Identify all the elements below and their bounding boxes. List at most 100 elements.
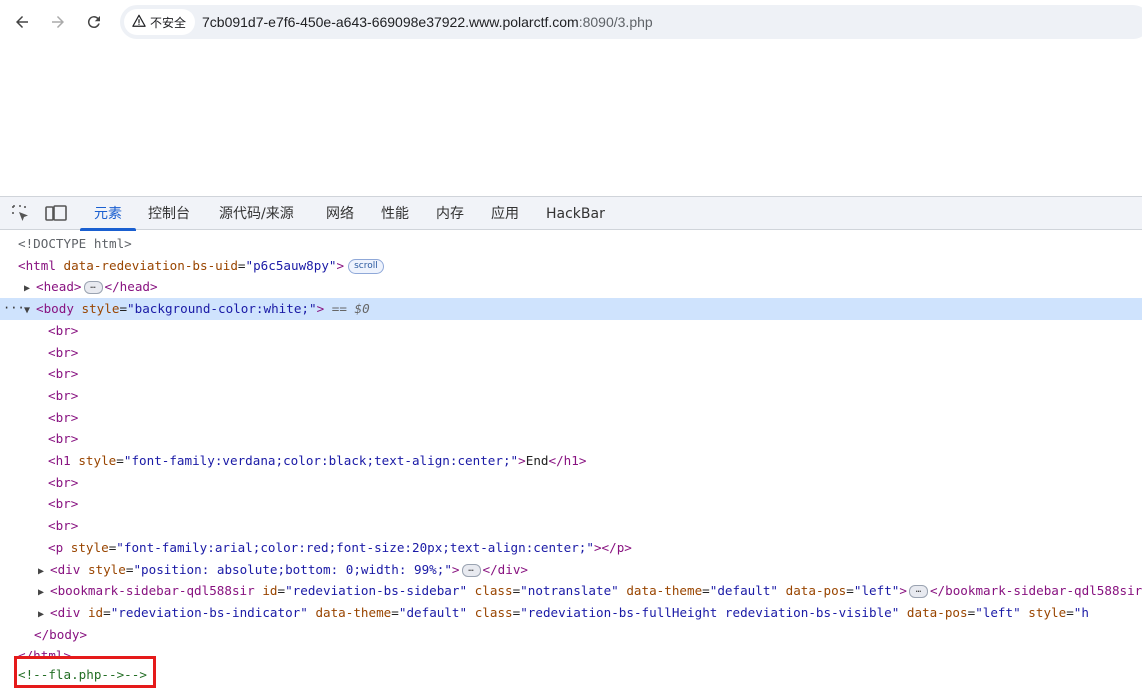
h1-open: <h1	[48, 453, 71, 468]
br-tag: <br>	[48, 496, 79, 512]
tab-performance[interactable]: 性能	[381, 197, 409, 229]
indicator-div-node[interactable]: ▶ <div id="redeviation-bs-indicator" data…	[0, 602, 1142, 624]
tab-console[interactable]: 控制台	[148, 197, 190, 229]
h1-close: </h1>	[548, 453, 587, 468]
expand-triangle-icon[interactable]: ▶	[38, 582, 50, 604]
reload-icon[interactable]	[80, 8, 108, 36]
html-gt: >	[336, 257, 345, 273]
security-chip[interactable]: 不安全	[124, 9, 196, 35]
html-close-node[interactable]: </html>	[0, 645, 1142, 659]
attr-name: id	[262, 583, 278, 599]
p-close: ></p>	[593, 539, 632, 555]
html-node[interactable]: <html data-redeviation-bs-uid="p6c5auw8p…	[0, 255, 1142, 277]
url-port-path: :8090/3.php	[578, 14, 653, 30]
page-viewport	[0, 44, 1142, 196]
attr-name: style	[1028, 604, 1067, 620]
br-node[interactable]: <br>	[0, 342, 1142, 364]
expand-triangle-icon[interactable]: ▶	[38, 604, 50, 626]
ellipsis-icon[interactable]: …	[83, 281, 103, 295]
back-arrow-icon[interactable]	[8, 8, 36, 36]
elements-tree: <!DOCTYPE html> <html data-redeviation-b…	[0, 230, 1142, 694]
collapse-triangle-icon[interactable]: ▼	[24, 300, 36, 322]
address-bar[interactable]: 不安全 7cb091d7-e7f6-450e-a643-669098e37922…	[120, 5, 1142, 39]
p-open: <p	[48, 539, 64, 555]
bookmark-gt: >	[899, 583, 907, 599]
attr-name: style	[78, 453, 117, 468]
p-node[interactable]: <p style="font-family:arial;color:red;fo…	[0, 537, 1142, 559]
br-tag: <br>	[48, 409, 79, 425]
doctype-node[interactable]: <!DOCTYPE html>	[0, 233, 1142, 255]
doctype-text: <!DOCTYPE html>	[18, 236, 132, 251]
expand-triangle-icon[interactable]: ▶	[24, 278, 36, 300]
br-tag: <br>	[48, 387, 79, 403]
attr-value: "font-family:verdana;color:black;text-al…	[123, 453, 519, 468]
attr-name: data-pos	[785, 583, 847, 599]
tab-application[interactable]: 应用	[491, 197, 519, 229]
ellipsis-icon[interactable]: …	[908, 585, 928, 599]
attr-name: style	[87, 561, 126, 577]
br-node[interactable]: <br>	[0, 363, 1142, 385]
selected-marker: == $0	[331, 301, 370, 317]
attr-name: data-pos	[906, 604, 968, 620]
expand-triangle-icon[interactable]: ▶	[38, 561, 50, 583]
devtools-tabbar: 元素 控制台 源代码/来源 网络 性能 内存 应用 HackBar	[0, 196, 1142, 231]
devtools-panel: 元素 控制台 源代码/来源 网络 性能 内存 应用 HackBar <!DOCT…	[0, 196, 1142, 694]
device-toolbar-icon[interactable]	[45, 204, 67, 224]
inspect-element-icon[interactable]	[11, 204, 31, 224]
tab-hackbar[interactable]: HackBar	[546, 197, 605, 229]
tab-sources[interactable]: 源代码/来源	[219, 197, 294, 229]
attr-name: data-theme	[626, 583, 703, 599]
br-tag: <br>	[48, 474, 79, 490]
attr-value: "default"	[398, 604, 468, 620]
attr-value: "redeviation-bs-sidebar"	[285, 583, 468, 599]
div-gt: >	[451, 561, 460, 577]
body-close-node[interactable]: </body>	[0, 624, 1142, 646]
scroll-badge[interactable]: scroll	[348, 258, 384, 274]
br-tag: <br>	[48, 322, 79, 338]
div-open: <div	[50, 561, 81, 577]
br-node[interactable]: <br>	[0, 428, 1142, 450]
div-close: </div>	[482, 561, 529, 577]
more-dots-icon[interactable]: ···	[3, 298, 25, 320]
browser-toolbar: 不安全 7cb091d7-e7f6-450e-a643-669098e37922…	[0, 0, 1142, 44]
h1-gt: >	[518, 453, 526, 468]
br-node[interactable]: <br>	[0, 472, 1142, 494]
attr-value: "p6c5auw8py"	[245, 257, 337, 273]
attr-name: style	[81, 301, 120, 317]
tab-memory[interactable]: 内存	[436, 197, 464, 229]
attr-value: "default"	[709, 583, 779, 599]
attr-name: data-theme	[315, 604, 392, 620]
bookmark-open: <bookmark-sidebar-qdl588sir	[50, 583, 255, 599]
h1-node[interactable]: <h1 style="font-family:verdana;color:bla…	[0, 450, 1142, 472]
bookmark-close: </bookmark-sidebar-qdl588sir>	[929, 583, 1142, 599]
tab-elements[interactable]: 元素	[80, 197, 136, 231]
attr-value: "notranslate"	[520, 583, 619, 599]
url-text[interactable]: 7cb091d7-e7f6-450e-a643-669098e37922.www…	[202, 5, 653, 39]
security-label: 不安全	[150, 15, 187, 30]
warning-triangle-icon	[132, 14, 146, 31]
attr-name: class	[474, 604, 513, 620]
attr-value: "redeviation-bs-fullHeight redeviation-b…	[520, 604, 900, 620]
br-node[interactable]: <br>	[0, 385, 1142, 407]
attr-value: "redeviation-bs-indicator"	[110, 604, 308, 620]
br-node[interactable]: <br>	[0, 493, 1142, 515]
br-node[interactable]: <br>	[0, 407, 1142, 429]
body-gt: >	[316, 301, 325, 317]
attr-name: id	[87, 604, 104, 620]
attr-value: "left"	[853, 583, 900, 599]
comment-node[interactable]: <!--fla.php-->-->	[0, 664, 1142, 686]
br-node[interactable]: <br>	[0, 515, 1142, 537]
bookmark-sidebar-node[interactable]: ▶ <bookmark-sidebar-qdl588sir id="redevia…	[0, 580, 1142, 602]
head-node[interactable]: ▶ <head>… </head>	[0, 276, 1142, 298]
head-open: <head>	[36, 279, 82, 295]
head-close: </head>	[104, 279, 158, 295]
attr-name: data-redeviation-bs-uid	[63, 257, 238, 273]
br-tag: <br>	[48, 366, 79, 382]
div-node[interactable]: ▶ <div style="position: absolute;bottom: …	[0, 559, 1142, 581]
forward-arrow-icon[interactable]	[44, 8, 72, 36]
tab-network[interactable]: 网络	[326, 197, 354, 229]
body-node[interactable]: ··· ▼ <body style="background-color:white…	[0, 298, 1142, 320]
div-open: <div	[50, 604, 81, 620]
ellipsis-icon[interactable]: …	[461, 563, 481, 577]
br-node[interactable]: <br>	[0, 320, 1142, 342]
